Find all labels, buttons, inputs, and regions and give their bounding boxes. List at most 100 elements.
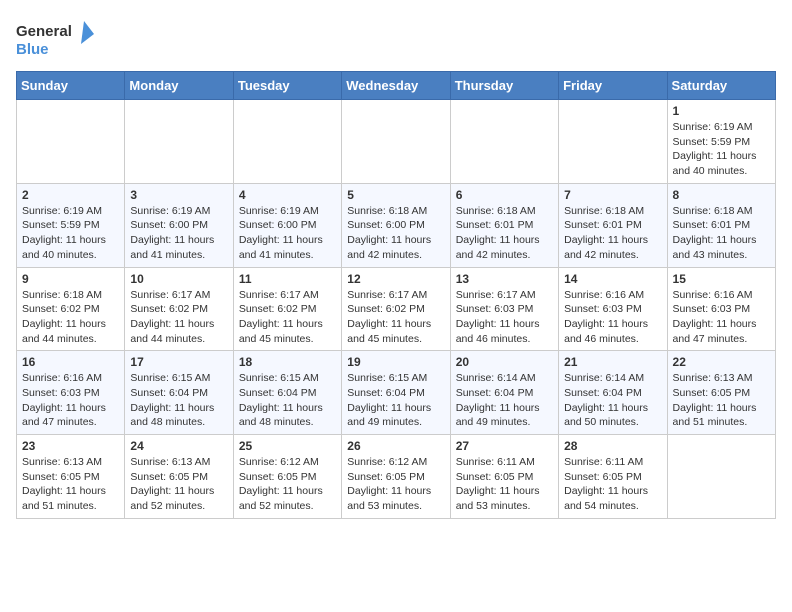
calendar-cell: 26 Sunrise: 6:12 AM Sunset: 6:05 PM Dayli… xyxy=(342,435,450,519)
calendar-cell: 22 Sunrise: 6:13 AM Sunset: 6:05 PM Dayli… xyxy=(667,351,775,435)
svg-text:Blue: Blue xyxy=(16,41,49,58)
calendar-table: SundayMondayTuesdayWednesdayThursdayFrid… xyxy=(16,71,776,519)
calendar-cell: 14 Sunrise: 6:16 AM Sunset: 6:03 PM Dayli… xyxy=(559,267,667,351)
day-number: 25 xyxy=(239,439,336,453)
day-info: Sunrise: 6:12 AM Sunset: 6:05 PM Dayligh… xyxy=(347,455,444,514)
day-number: 10 xyxy=(130,272,227,286)
calendar-cell: 27 Sunrise: 6:11 AM Sunset: 6:05 PM Dayli… xyxy=(450,435,558,519)
day-info: Sunrise: 6:15 AM Sunset: 6:04 PM Dayligh… xyxy=(239,371,336,430)
day-number: 7 xyxy=(564,188,661,202)
calendar-week-row: 16Sunrise: 6:16 AM Sunset: 6:03 PM Dayli… xyxy=(17,351,776,435)
day-info: Sunrise: 6:13 AM Sunset: 6:05 PM Dayligh… xyxy=(673,371,770,430)
calendar-cell xyxy=(667,435,775,519)
day-info: Sunrise: 6:13 AM Sunset: 6:05 PM Dayligh… xyxy=(22,455,119,514)
day-number: 4 xyxy=(239,188,336,202)
weekday-header-cell: Saturday xyxy=(667,72,775,100)
day-number: 22 xyxy=(673,355,770,369)
weekday-header-cell: Thursday xyxy=(450,72,558,100)
calendar-cell: 9 Sunrise: 6:18 AM Sunset: 6:02 PM Daylig… xyxy=(17,267,125,351)
calendar-cell xyxy=(559,100,667,184)
calendar-cell: 12Sunrise: 6:17 AM Sunset: 6:02 PM Dayli… xyxy=(342,267,450,351)
day-number: 5 xyxy=(347,188,444,202)
calendar-body: 1 Sunrise: 6:19 AM Sunset: 5:59 PM Daylig… xyxy=(17,100,776,519)
day-info: Sunrise: 6:11 AM Sunset: 6:05 PM Dayligh… xyxy=(456,455,553,514)
day-number: 27 xyxy=(456,439,553,453)
calendar-week-row: 1 Sunrise: 6:19 AM Sunset: 5:59 PM Daylig… xyxy=(17,100,776,184)
day-info: Sunrise: 6:18 AM Sunset: 6:01 PM Dayligh… xyxy=(564,204,661,263)
day-number: 28 xyxy=(564,439,661,453)
day-number: 18 xyxy=(239,355,336,369)
calendar-cell xyxy=(125,100,233,184)
svg-text:General: General xyxy=(16,23,72,40)
calendar-cell xyxy=(233,100,341,184)
day-info: Sunrise: 6:16 AM Sunset: 6:03 PM Dayligh… xyxy=(564,288,661,347)
calendar-cell: 4 Sunrise: 6:19 AM Sunset: 6:00 PM Daylig… xyxy=(233,183,341,267)
day-info: Sunrise: 6:17 AM Sunset: 6:02 PM Dayligh… xyxy=(130,288,227,347)
calendar-cell: 13Sunrise: 6:17 AM Sunset: 6:03 PM Dayli… xyxy=(450,267,558,351)
calendar-cell: 18 Sunrise: 6:15 AM Sunset: 6:04 PM Dayli… xyxy=(233,351,341,435)
calendar-cell: 6 Sunrise: 6:18 AM Sunset: 6:01 PM Daylig… xyxy=(450,183,558,267)
day-info: Sunrise: 6:16 AM Sunset: 6:03 PM Dayligh… xyxy=(22,371,119,430)
day-info: Sunrise: 6:18 AM Sunset: 6:01 PM Dayligh… xyxy=(456,204,553,263)
day-number: 9 xyxy=(22,272,119,286)
day-number: 1 xyxy=(673,104,770,118)
day-info: Sunrise: 6:18 AM Sunset: 6:00 PM Dayligh… xyxy=(347,204,444,263)
calendar-week-row: 2 Sunrise: 6:19 AM Sunset: 5:59 PM Daylig… xyxy=(17,183,776,267)
day-number: 26 xyxy=(347,439,444,453)
calendar-cell: 7 Sunrise: 6:18 AM Sunset: 6:01 PM Daylig… xyxy=(559,183,667,267)
calendar-week-row: 23 Sunrise: 6:13 AM Sunset: 6:05 PM Dayli… xyxy=(17,435,776,519)
weekday-header-cell: Tuesday xyxy=(233,72,341,100)
calendar-cell: 23 Sunrise: 6:13 AM Sunset: 6:05 PM Dayli… xyxy=(17,435,125,519)
calendar-cell: 17Sunrise: 6:15 AM Sunset: 6:04 PM Dayli… xyxy=(125,351,233,435)
day-info: Sunrise: 6:11 AM Sunset: 6:05 PM Dayligh… xyxy=(564,455,661,514)
calendar-cell xyxy=(17,100,125,184)
day-number: 23 xyxy=(22,439,119,453)
day-number: 24 xyxy=(130,439,227,453)
day-number: 15 xyxy=(673,272,770,286)
day-info: Sunrise: 6:14 AM Sunset: 6:04 PM Dayligh… xyxy=(564,371,661,430)
calendar-cell: 10 Sunrise: 6:17 AM Sunset: 6:02 PM Dayli… xyxy=(125,267,233,351)
day-info: Sunrise: 6:15 AM Sunset: 6:04 PM Dayligh… xyxy=(347,371,444,430)
day-info: Sunrise: 6:12 AM Sunset: 6:05 PM Dayligh… xyxy=(239,455,336,514)
calendar-cell xyxy=(450,100,558,184)
calendar-cell xyxy=(342,100,450,184)
calendar-week-row: 9 Sunrise: 6:18 AM Sunset: 6:02 PM Daylig… xyxy=(17,267,776,351)
day-number: 8 xyxy=(673,188,770,202)
calendar-cell: 5 Sunrise: 6:18 AM Sunset: 6:00 PM Daylig… xyxy=(342,183,450,267)
weekday-header-cell: Sunday xyxy=(17,72,125,100)
calendar-cell: 1 Sunrise: 6:19 AM Sunset: 5:59 PM Daylig… xyxy=(667,100,775,184)
weekday-header-cell: Wednesday xyxy=(342,72,450,100)
logo-svg: General Blue xyxy=(16,16,96,61)
day-number: 2 xyxy=(22,188,119,202)
calendar-cell: 11 Sunrise: 6:17 AM Sunset: 6:02 PM Dayli… xyxy=(233,267,341,351)
day-info: Sunrise: 6:18 AM Sunset: 6:02 PM Dayligh… xyxy=(22,288,119,347)
day-number: 14 xyxy=(564,272,661,286)
calendar-cell: 28 Sunrise: 6:11 AM Sunset: 6:05 PM Dayli… xyxy=(559,435,667,519)
page-header: General Blue xyxy=(16,16,776,61)
calendar-cell: 8 Sunrise: 6:18 AM Sunset: 6:01 PM Daylig… xyxy=(667,183,775,267)
day-info: Sunrise: 6:13 AM Sunset: 6:05 PM Dayligh… xyxy=(130,455,227,514)
day-info: Sunrise: 6:18 AM Sunset: 6:01 PM Dayligh… xyxy=(673,204,770,263)
weekday-header-row: SundayMondayTuesdayWednesdayThursdayFrid… xyxy=(17,72,776,100)
calendar-cell: 21 Sunrise: 6:14 AM Sunset: 6:04 PM Dayli… xyxy=(559,351,667,435)
day-number: 6 xyxy=(456,188,553,202)
calendar-cell: 16Sunrise: 6:16 AM Sunset: 6:03 PM Dayli… xyxy=(17,351,125,435)
day-info: Sunrise: 6:14 AM Sunset: 6:04 PM Dayligh… xyxy=(456,371,553,430)
day-number: 17 xyxy=(130,355,227,369)
day-number: 21 xyxy=(564,355,661,369)
calendar-cell: 2 Sunrise: 6:19 AM Sunset: 5:59 PM Daylig… xyxy=(17,183,125,267)
calendar-cell: 19 Sunrise: 6:15 AM Sunset: 6:04 PM Dayli… xyxy=(342,351,450,435)
calendar-cell: 25 Sunrise: 6:12 AM Sunset: 6:05 PM Dayli… xyxy=(233,435,341,519)
day-number: 20 xyxy=(456,355,553,369)
day-number: 13 xyxy=(456,272,553,286)
day-number: 11 xyxy=(239,272,336,286)
day-info: Sunrise: 6:19 AM Sunset: 5:59 PM Dayligh… xyxy=(673,120,770,179)
day-info: Sunrise: 6:19 AM Sunset: 6:00 PM Dayligh… xyxy=(239,204,336,263)
day-info: Sunrise: 6:19 AM Sunset: 5:59 PM Dayligh… xyxy=(22,204,119,263)
day-info: Sunrise: 6:17 AM Sunset: 6:02 PM Dayligh… xyxy=(239,288,336,347)
day-info: Sunrise: 6:19 AM Sunset: 6:00 PM Dayligh… xyxy=(130,204,227,263)
logo: General Blue xyxy=(16,16,96,61)
day-number: 19 xyxy=(347,355,444,369)
calendar-cell: 3Sunrise: 6:19 AM Sunset: 6:00 PM Daylig… xyxy=(125,183,233,267)
calendar-cell: 15Sunrise: 6:16 AM Sunset: 6:03 PM Dayli… xyxy=(667,267,775,351)
